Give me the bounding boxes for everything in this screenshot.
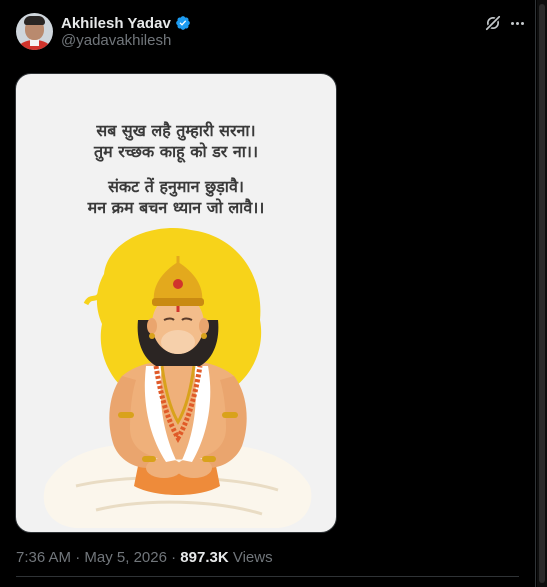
meta-separator-1: · <box>75 549 81 566</box>
tweet-post: Akhilesh Yadav @yadavakhilesh सब सुख लहै… <box>0 0 535 587</box>
more-options-icon[interactable] <box>507 13 527 33</box>
post-time[interactable]: 7:36 AM <box>16 549 71 566</box>
hanuman-illustration <box>43 228 312 528</box>
timeline-border <box>535 0 536 587</box>
views-label: Views <box>232 549 273 566</box>
verse-line-4: मन क्रम बचन ध्यान जो लावै।। <box>87 198 265 217</box>
verse-line-1: सब सुख लहै तुम्हारी सरना। <box>96 121 256 140</box>
author-handle[interactable]: @yadavakhilesh <box>61 32 171 49</box>
verse-line-2: तुम रच्छक काहू को डर ना।। <box>93 142 259 161</box>
meta-divider <box>16 576 519 577</box>
author-avatar[interactable] <box>16 13 53 50</box>
post-date[interactable]: May 5, 2026 <box>84 549 167 566</box>
post-meta: 7:36 AM · May 5, 2026 · 897.3K Views <box>16 549 273 566</box>
author-display-name[interactable]: Akhilesh Yadav <box>61 15 171 32</box>
grok-icon[interactable] <box>483 13 503 33</box>
meta-separator-2: · <box>171 549 177 566</box>
verse-line-3: संकट तें हनुमान छुड़ावै। <box>108 177 244 196</box>
views-count: 897.3K <box>180 549 229 566</box>
verified-badge-icon <box>175 16 190 30</box>
author-name-row: Akhilesh Yadav <box>61 13 191 33</box>
post-image[interactable]: सब सुख लहै तुम्हारी सरना। तुम रच्छक काहू… <box>15 73 337 533</box>
scrollbar-thumb[interactable] <box>539 4 545 583</box>
